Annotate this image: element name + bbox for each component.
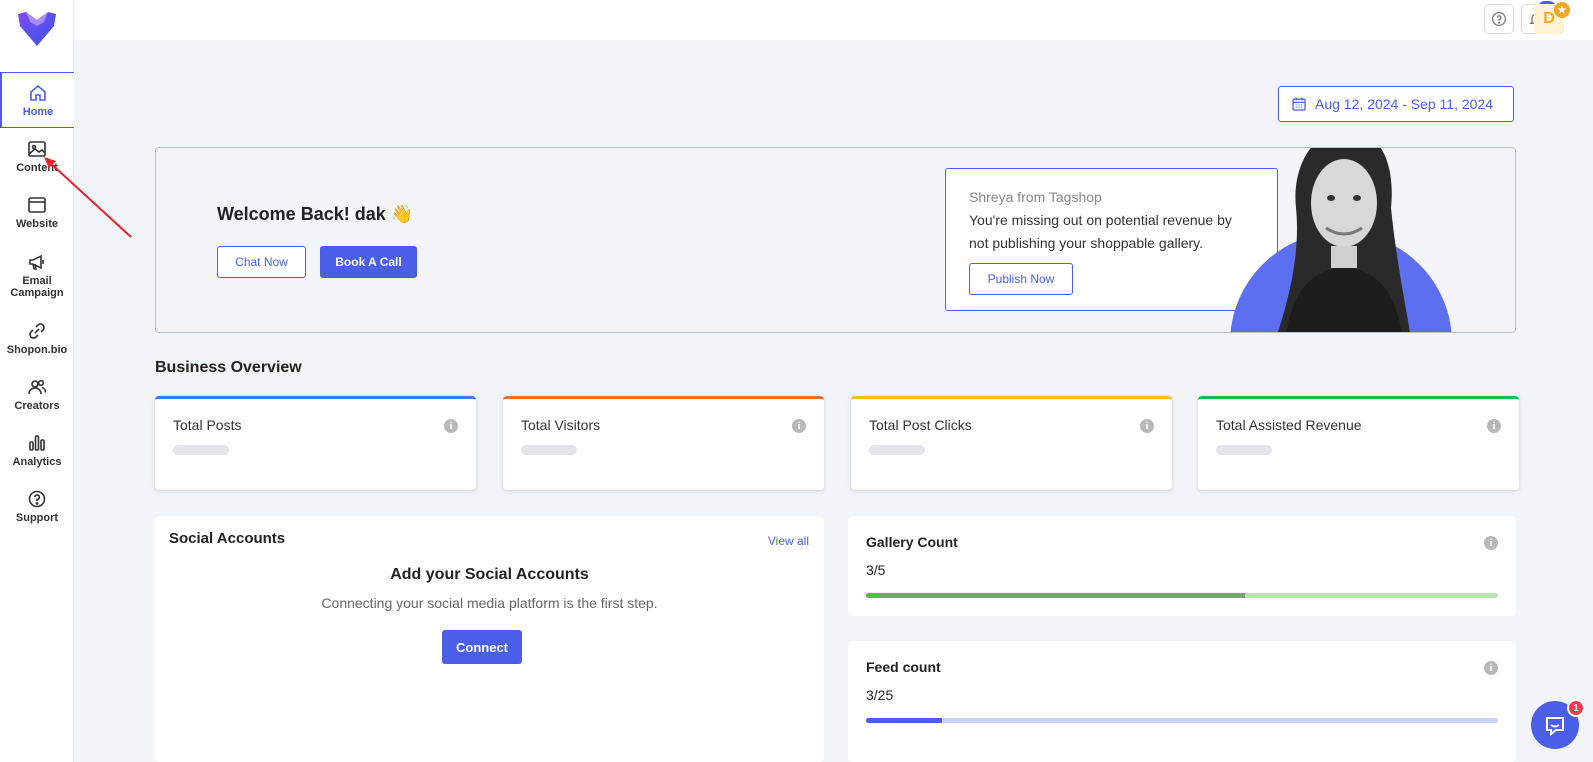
view-all-link[interactable]: View all: [768, 534, 809, 548]
sidebar-item-content[interactable]: Content: [0, 128, 74, 184]
user-avatar[interactable]: D ★: [1534, 2, 1570, 34]
top-bar: [74, 0, 1593, 40]
sidebar-item-website[interactable]: Website: [0, 184, 74, 240]
chat-launcher-button[interactable]: 1: [1531, 699, 1585, 749]
stat-label: Total Assisted Revenue: [1216, 417, 1362, 433]
stat-card-total-assisted-revenue: Total Assisted Revenue i: [1198, 396, 1519, 490]
info-icon[interactable]: i: [1484, 536, 1498, 550]
gallery-count-label: Gallery Count: [866, 534, 958, 550]
sidebar-item-label: Content: [16, 161, 58, 174]
info-icon[interactable]: i: [1487, 419, 1501, 433]
sidebar-item-label: Analytics: [12, 455, 62, 468]
sidebar-item-label: Email Campaign: [10, 274, 64, 299]
social-accounts-heading: Add your Social Accounts: [390, 566, 589, 583]
feed-count-progress: [866, 718, 1498, 723]
bar-chart-icon: [29, 434, 45, 451]
help-circle-icon: [28, 490, 46, 507]
welcome-heading: Welcome Back! dak 👋: [217, 204, 414, 224]
social-accounts-title: Social Accounts: [169, 530, 286, 547]
sidebar: Home Content Website Email Campaign Shop…: [0, 0, 74, 762]
stat-label: Total Post Clicks: [869, 417, 972, 433]
agent-photo: [1277, 148, 1410, 332]
sidebar-item-label: Website: [16, 217, 58, 230]
help-button[interactable]: [1484, 4, 1514, 34]
sidebar-item-email-campaign[interactable]: Email Campaign: [0, 240, 74, 310]
feed-count-label: Feed count: [866, 659, 941, 675]
progress-fill: [866, 593, 1246, 598]
chat-now-button[interactable]: Chat Now: [217, 246, 306, 278]
tip-sender-name: Shreya from Tagshop: [969, 189, 1102, 205]
sidebar-item-label: Home: [22, 105, 54, 118]
tip-message-box: Shreya from Tagshop You're missing out o…: [945, 168, 1278, 311]
info-icon[interactable]: i: [1140, 419, 1154, 433]
business-overview-title: Business Overview: [155, 359, 302, 376]
avatar-initial: D: [1543, 10, 1555, 27]
social-accounts-card: Social Accounts View all Add your Social…: [155, 516, 824, 762]
sidebar-item-home[interactable]: Home: [0, 72, 74, 128]
loading-placeholder: [1216, 445, 1272, 455]
gallery-count-progress: [866, 593, 1498, 598]
gallery-count-card: Gallery Count 3/5 i: [848, 516, 1516, 616]
sidebar-item-label: Support: [15, 511, 59, 524]
publish-now-button[interactable]: Publish Now: [969, 263, 1073, 295]
stat-label: Total Posts: [173, 417, 242, 433]
sidebar-item-support[interactable]: Support: [0, 478, 74, 534]
feed-count-card: Feed count 3/25 i: [848, 641, 1516, 762]
loading-placeholder: [173, 445, 229, 455]
info-icon[interactable]: i: [444, 419, 458, 433]
help-circle-icon: [1491, 11, 1507, 27]
sidebar-item-creators[interactable]: Creators: [0, 366, 74, 422]
stat-card-total-posts: Total Posts i: [155, 396, 476, 490]
loading-placeholder: [521, 445, 577, 455]
image-icon: [28, 140, 46, 157]
sidebar-item-label: Creators: [14, 399, 60, 412]
feed-count-value: 3/25: [866, 687, 894, 703]
sidebar-item-analytics[interactable]: Analytics: [0, 422, 74, 478]
date-range-picker[interactable]: Aug 12, 2024 - Sep 11, 2024: [1278, 86, 1514, 122]
loading-placeholder: [869, 445, 925, 455]
sidebar-item-label: Shopon.bio: [6, 343, 68, 356]
info-icon[interactable]: i: [1484, 661, 1498, 675]
stat-card-total-post-clicks: Total Post Clicks i: [851, 396, 1172, 490]
sidebar-item-shopon-bio[interactable]: Shopon.bio: [0, 310, 74, 366]
stat-label: Total Visitors: [521, 417, 601, 433]
megaphone-icon: [29, 254, 44, 270]
gallery-count-value: 3/5: [866, 562, 886, 578]
users-icon: [28, 379, 47, 394]
book-a-call-button[interactable]: Book A Call: [320, 246, 417, 278]
chat-icon: [1546, 717, 1564, 737]
stat-card-total-visitors: Total Visitors i: [503, 396, 824, 490]
welcome-banner: Welcome Back! dak 👋 Chat Now Book A Call…: [155, 147, 1516, 333]
calendar-icon: [1292, 97, 1306, 111]
date-range-text: Aug 12, 2024 - Sep 11, 2024: [1315, 96, 1493, 112]
home-icon: [30, 84, 46, 101]
browser-window-icon: [28, 196, 46, 213]
star-icon: ★: [1554, 2, 1570, 18]
sidebar-nav: Home Content Website Email Campaign Shop…: [0, 72, 74, 534]
link-icon: [29, 322, 45, 339]
progress-fill: [866, 718, 942, 723]
chat-unread-badge: 1: [1567, 699, 1585, 717]
connect-button[interactable]: Connect: [442, 630, 522, 664]
info-icon[interactable]: i: [792, 419, 806, 433]
tip-message: You're missing out on potential revenue …: [969, 212, 1232, 251]
tagshop-logo-icon[interactable]: [16, 10, 58, 48]
social-accounts-subtext: Connecting your social media platform is…: [321, 595, 658, 611]
